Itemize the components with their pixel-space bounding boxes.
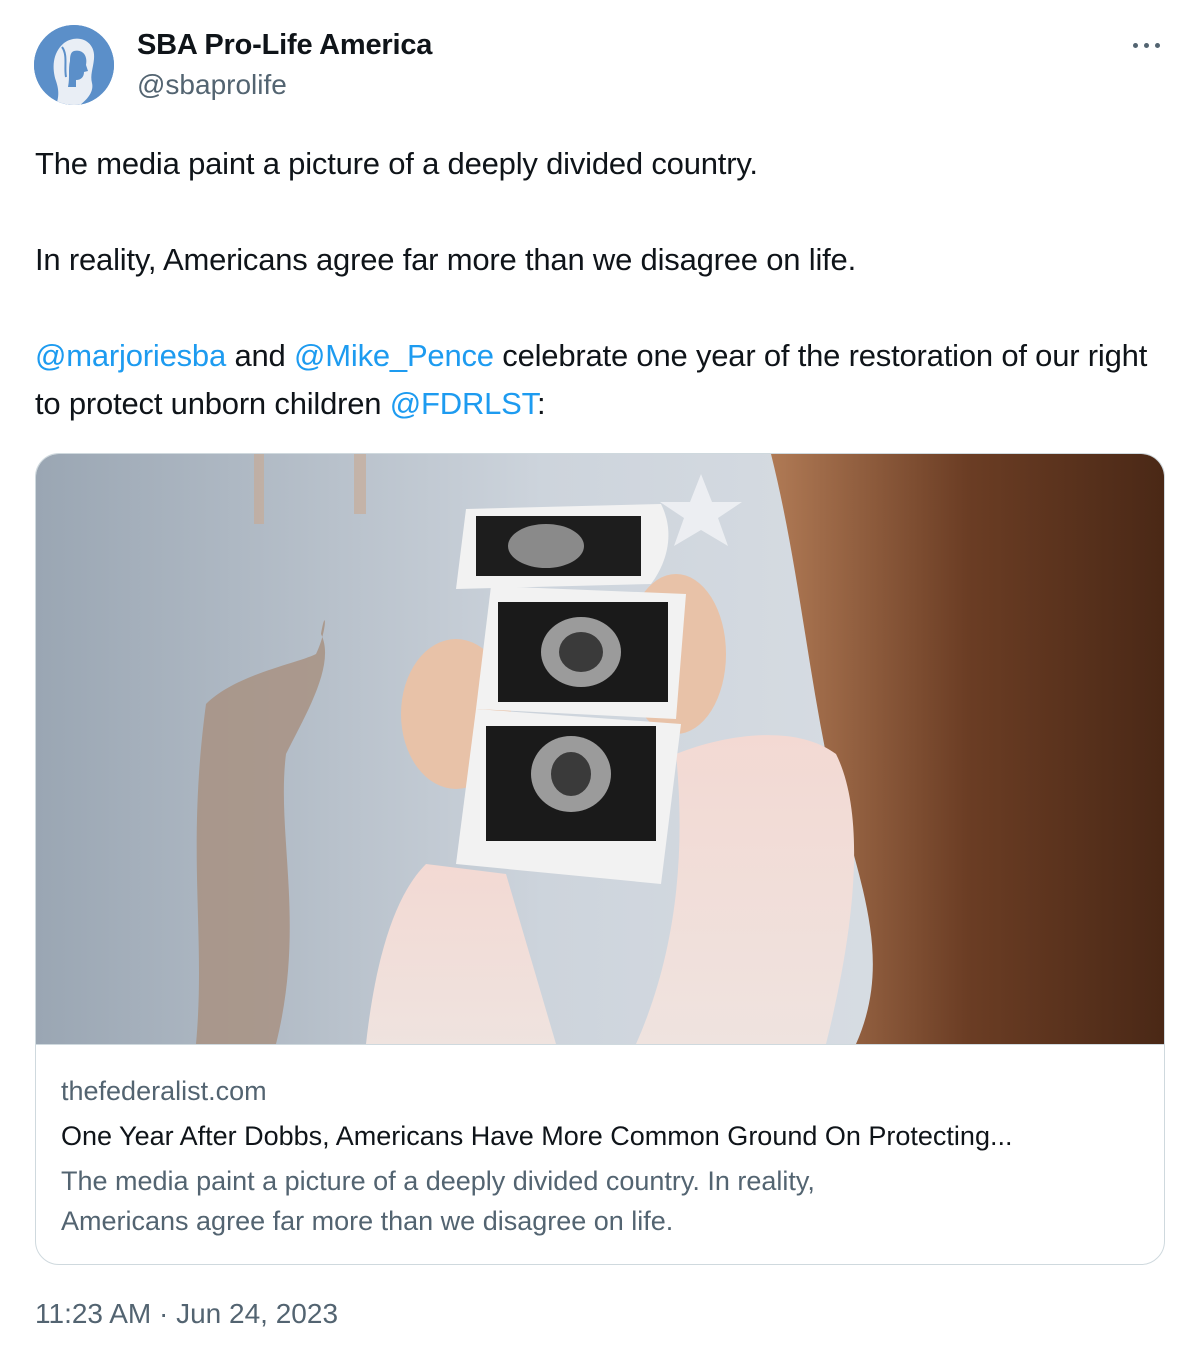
more-options-button[interactable] <box>1126 30 1166 60</box>
card-domain: thefederalist.com <box>61 1076 267 1106</box>
more-horizontal-icon <box>1132 42 1138 48</box>
tweet-text-fragment: : <box>536 386 546 421</box>
more-horizontal-icon-dot <box>1154 42 1160 48</box>
tweet-timestamp[interactable]: 11:23 AM · Jun 24, 2023 <box>35 1297 338 1331</box>
display-name[interactable]: SBA Pro-Life America <box>137 28 432 62</box>
tweet-paragraph-1: The media paint a picture of a deeply di… <box>35 146 758 181</box>
tweet-paragraph-3: @marjoriesba and @Mike_Pence celebrate o… <box>35 332 1165 428</box>
card-description: The media paint a picture of a deeply di… <box>61 1166 815 1236</box>
tweet-paragraph-2: In reality, Americans agree far more tha… <box>35 242 856 277</box>
more-horizontal-icon-dot <box>1143 42 1149 48</box>
woman-profile-silhouette-icon <box>34 25 114 105</box>
link-preview-image[interactable] <box>36 454 1164 1045</box>
tweet-text: The media paint a picture of a deeply di… <box>35 140 1165 428</box>
tweet-text-fragment: and <box>226 338 294 373</box>
mention-link[interactable]: @Mike_Pence <box>294 338 494 373</box>
mention-link[interactable]: @marjoriesba <box>35 338 226 373</box>
link-preview-card[interactable]: thefederalist.com One Year After Dobbs, … <box>35 453 1165 1265</box>
avatar[interactable] <box>34 25 114 105</box>
user-handle[interactable]: @sbaprolife <box>137 68 287 102</box>
mention-link[interactable]: @FDRLST <box>390 386 537 421</box>
woman-holding-ultrasound-photos-image <box>36 454 1164 1044</box>
card-title: One Year After Dobbs, Americans Have Mor… <box>61 1121 1013 1151</box>
